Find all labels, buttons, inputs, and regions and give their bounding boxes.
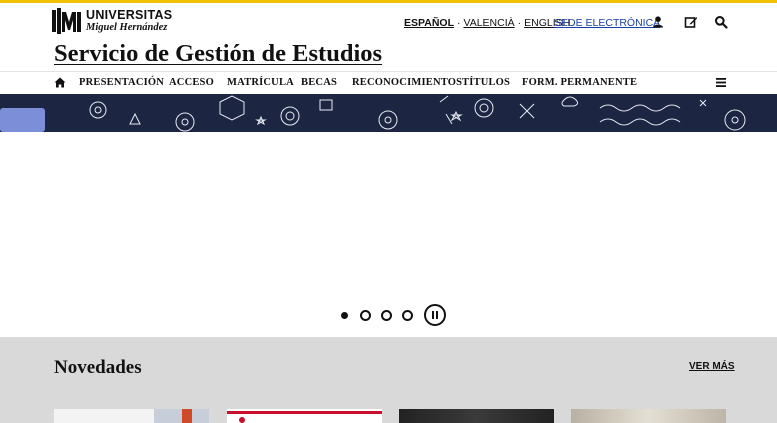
nav-item-titulos[interactable]: TÍTULOS	[462, 77, 510, 88]
lang-va-link[interactable]: VALENCIÀ	[463, 17, 514, 29]
pause-icon	[432, 311, 434, 319]
home-icon[interactable]	[54, 77, 66, 88]
hamburger-menu-icon[interactable]	[716, 78, 726, 87]
language-switcher: ESPAÑOL · VALENCIÀ · ENGLISH	[404, 17, 570, 29]
news-section: Novedades VER MÁS	[0, 337, 777, 423]
nav-item-form-permanente[interactable]: FORM. PERMANENTE	[522, 77, 637, 88]
news-card-1[interactable]	[54, 409, 209, 423]
banner-pattern-illustration	[0, 95, 746, 132]
nav-item-presentacion[interactable]: PRESENTACIÓN	[79, 77, 164, 88]
user-icon[interactable]	[651, 15, 665, 29]
news-card-3[interactable]	[399, 409, 554, 423]
news-card-image-detail	[239, 417, 245, 423]
edit-icon[interactable]	[684, 15, 698, 29]
see-more-link[interactable]: VER MÁS	[689, 361, 735, 372]
carousel-indicators	[340, 304, 420, 326]
carousel-dot-1[interactable]	[341, 312, 348, 319]
site-title[interactable]: Servicio de Gestión de Estudios	[54, 40, 382, 68]
nav-item-becas[interactable]: BECAS	[301, 77, 337, 88]
main-nav: PRESENTACIÓN ACCESO MATRÍCULA BECAS RECO…	[0, 71, 777, 94]
decorative-banner	[0, 94, 777, 132]
news-card-image	[571, 409, 726, 423]
carousel-dot-2[interactable]	[360, 310, 371, 321]
pause-icon	[436, 311, 438, 319]
news-card-2[interactable]	[227, 409, 382, 423]
lang-separator: ·	[456, 17, 461, 29]
nav-item-reconocimientos[interactable]: RECONOCIMIENTOS	[352, 77, 462, 88]
sede-electronica-link[interactable]: SEDE ELECTRÓNICA	[554, 17, 660, 29]
news-card-4[interactable]	[571, 409, 726, 423]
search-icon[interactable]	[714, 15, 728, 29]
header: UNIVERSITAS Miguel Hernández ESPAÑOL · V…	[0, 3, 777, 71]
lang-separator: ·	[517, 17, 522, 29]
nav-item-acceso[interactable]: ACCESO	[169, 77, 214, 88]
carousel-pause-button[interactable]	[424, 304, 446, 326]
university-logo[interactable]: UNIVERSITAS Miguel Hernández	[52, 8, 172, 34]
logo-line1: UNIVERSITAS	[86, 8, 173, 22]
news-section-title: Novedades	[54, 357, 142, 378]
logo-line2: Miguel Hernández	[86, 21, 168, 33]
news-card-image-detail	[182, 409, 192, 423]
carousel-dot-4[interactable]	[402, 310, 413, 321]
carousel-dot-3[interactable]	[381, 310, 392, 321]
umh-logo-icon	[52, 8, 81, 34]
news-card-image	[399, 409, 554, 423]
news-card-image	[227, 411, 382, 414]
nav-item-matricula[interactable]: MATRÍCULA	[227, 77, 294, 88]
lang-es-link[interactable]: ESPAÑOL	[404, 17, 454, 29]
